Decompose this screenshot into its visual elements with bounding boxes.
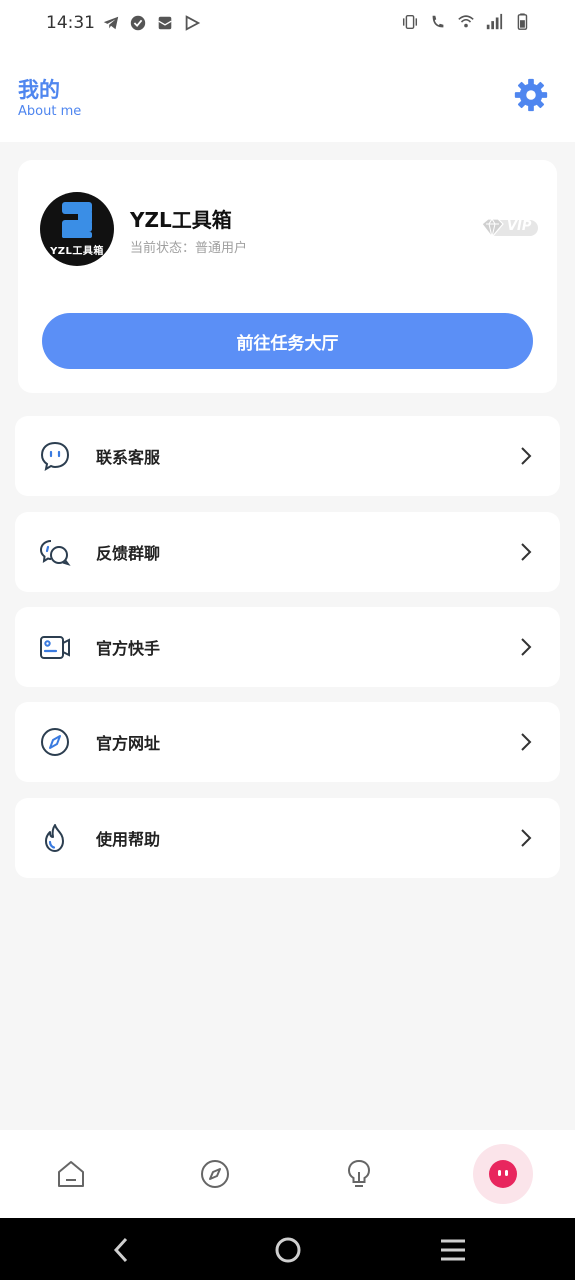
chevron-right-icon xyxy=(521,638,532,656)
profile-name: YZL工具箱 xyxy=(130,208,232,232)
recents-menu-icon xyxy=(441,1239,465,1261)
page-title: 我的 xyxy=(18,78,60,102)
system-back-button[interactable] xyxy=(106,1234,138,1266)
wifi-icon xyxy=(458,15,474,28)
nav-ideas[interactable] xyxy=(329,1144,389,1204)
flame-icon xyxy=(45,824,64,852)
signal-icon xyxy=(486,13,503,30)
profile-face-icon xyxy=(489,1160,517,1188)
avatar[interactable]: YZL工具箱 xyxy=(40,192,114,266)
chevron-right-icon xyxy=(521,829,532,847)
menu-item-feedback-group[interactable]: 反馈群聊 xyxy=(15,512,560,592)
system-nav-bar xyxy=(0,1218,575,1280)
mail-icon xyxy=(158,16,172,30)
play-store-icon xyxy=(185,15,201,31)
telegram-icon xyxy=(103,16,119,30)
nav-profile[interactable] xyxy=(473,1144,533,1204)
system-home-button[interactable] xyxy=(272,1234,304,1266)
task-hall-button[interactable]: 前往任务大厅 xyxy=(42,313,533,369)
back-icon xyxy=(113,1237,128,1263)
menu-item-official-kuaishou[interactable]: 官方快手 xyxy=(15,607,560,687)
profile-card: YZL工具箱 YZL工具箱 当前状态：普通用户 VIP 前往任务大厅 xyxy=(18,160,557,393)
status-icons-right xyxy=(401,13,531,31)
menu-item-official-website[interactable]: 官方网址 xyxy=(15,702,560,782)
vip-badge-text: VIP xyxy=(507,219,532,234)
menu-item-label: 反馈群聊 xyxy=(96,544,161,563)
chat-bubble-icon xyxy=(40,441,70,472)
group-chat-icon xyxy=(39,540,71,566)
system-recents-button[interactable] xyxy=(437,1234,469,1266)
gear-icon[interactable] xyxy=(512,76,550,114)
menu-item-label: 联系客服 xyxy=(96,448,161,467)
status-bar: 14:31 xyxy=(0,0,575,48)
vibrate-icon xyxy=(402,14,418,30)
chevron-right-icon xyxy=(521,543,532,561)
menu-item-help[interactable]: 使用帮助 xyxy=(15,798,560,878)
menu-item-contact-service[interactable]: 联系客服 xyxy=(15,416,560,496)
compass-icon xyxy=(41,728,69,756)
check-circle-icon xyxy=(130,15,146,31)
avatar-text: YZL工具箱 xyxy=(50,246,104,257)
home-icon xyxy=(58,1161,84,1187)
chevron-right-icon xyxy=(521,733,532,751)
wifi-call-icon xyxy=(432,15,444,28)
compass-icon xyxy=(201,1160,229,1188)
chevron-right-icon xyxy=(521,447,532,465)
vip-badge: VIP xyxy=(480,217,540,239)
video-camera-icon xyxy=(40,636,70,659)
menu-item-label: 官方快手 xyxy=(96,639,161,658)
profile-status: 当前状态：普通用户 xyxy=(130,237,247,256)
profile-status-label: 当前状态： xyxy=(130,241,196,256)
page-header: 我的 About me xyxy=(0,48,575,142)
bottom-nav xyxy=(0,1130,575,1218)
nav-home[interactable] xyxy=(41,1144,101,1204)
status-time: 14:31 xyxy=(46,13,95,33)
home-circle-icon xyxy=(275,1237,301,1263)
lightbulb-icon xyxy=(347,1159,371,1187)
nav-discover[interactable] xyxy=(185,1144,245,1204)
battery-icon xyxy=(517,13,528,30)
menu-item-label: 使用帮助 xyxy=(96,830,161,849)
status-icons-left xyxy=(102,14,201,32)
menu-item-label: 官方网址 xyxy=(96,734,161,753)
profile-status-value: 普通用户 xyxy=(195,241,248,256)
page-subtitle: About me xyxy=(18,104,82,119)
